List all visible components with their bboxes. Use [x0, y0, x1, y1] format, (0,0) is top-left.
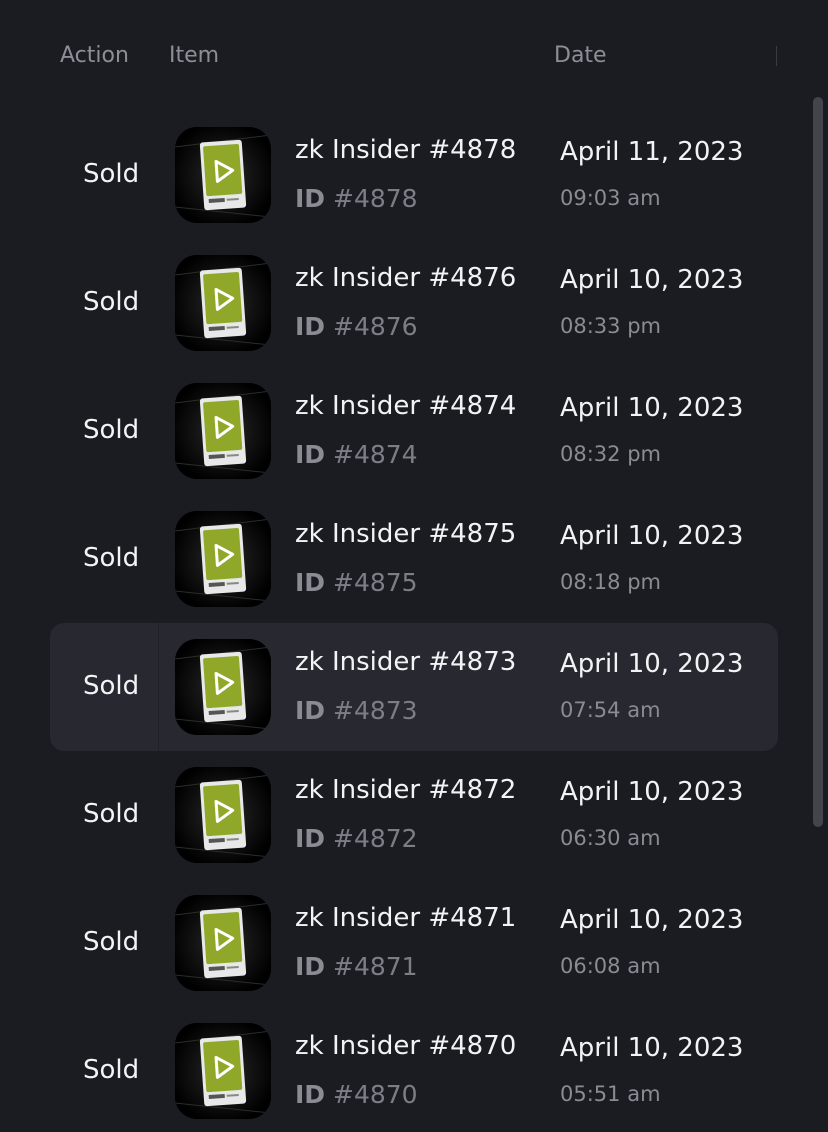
- table-header: Action Item Date: [0, 40, 828, 74]
- id-label: ID: [295, 312, 326, 341]
- id-value: #4871: [333, 952, 418, 981]
- table-row[interactable]: Sold: [50, 879, 778, 1007]
- sale-date: April 10, 2023: [560, 265, 744, 295]
- id-value: #4872: [333, 824, 418, 853]
- item-id: ID #4878: [295, 184, 418, 213]
- sale-date: April 10, 2023: [560, 521, 744, 551]
- sale-time: 08:33 pm: [560, 314, 661, 338]
- item-id: ID #4873: [295, 696, 418, 725]
- header-action[interactable]: Action: [60, 43, 129, 68]
- table-row[interactable]: Sold: [50, 1007, 778, 1132]
- item-name[interactable]: zk Insider #4870: [295, 1031, 516, 1061]
- activity-page: Action Item Date Sold zk Insider #4878 I…: [0, 0, 828, 1132]
- action-cell: Sold: [50, 239, 158, 367]
- table-row[interactable]: Sold: [50, 751, 778, 879]
- sale-time: 06:08 am: [560, 954, 661, 978]
- sale-time: 06:30 am: [560, 826, 661, 850]
- header-date[interactable]: Date: [554, 43, 607, 68]
- item-name[interactable]: zk Insider #4875: [295, 519, 516, 549]
- sale-date: April 10, 2023: [560, 777, 744, 807]
- item-id: ID #4871: [295, 952, 418, 981]
- action-label: Sold: [83, 671, 140, 701]
- id-label: ID: [295, 440, 326, 469]
- play-card-icon: [175, 383, 271, 479]
- item-name[interactable]: zk Insider #4878: [295, 135, 516, 165]
- id-value: #4873: [333, 696, 418, 725]
- action-cell: Sold: [50, 1007, 158, 1132]
- table-row[interactable]: Sold: [50, 111, 778, 239]
- action-label: Sold: [83, 159, 140, 189]
- column-resize-handle[interactable]: [776, 46, 777, 66]
- scrollbar[interactable]: [813, 97, 823, 827]
- id-value: #4876: [333, 312, 418, 341]
- id-value: #4874: [333, 440, 418, 469]
- sale-date: April 10, 2023: [560, 393, 744, 423]
- nft-thumbnail[interactable]: [175, 639, 271, 735]
- item-id: ID #4874: [295, 440, 418, 469]
- play-card-icon: [175, 767, 271, 863]
- play-card-icon: [175, 127, 271, 223]
- action-label: Sold: [83, 543, 140, 573]
- action-cell: Sold: [50, 367, 158, 495]
- sale-date: April 11, 2023: [560, 137, 744, 167]
- id-label: ID: [295, 1080, 326, 1109]
- play-card-icon: [175, 511, 271, 607]
- sale-time: 08:32 pm: [560, 442, 661, 466]
- nft-thumbnail[interactable]: [175, 1023, 271, 1119]
- id-label: ID: [295, 952, 326, 981]
- item-id: ID #4872: [295, 824, 418, 853]
- id-value: #4878: [333, 184, 418, 213]
- action-cell: Sold: [50, 623, 159, 751]
- sale-time: 05:51 am: [560, 1082, 661, 1106]
- nft-thumbnail[interactable]: [175, 767, 271, 863]
- id-label: ID: [295, 184, 326, 213]
- action-label: Sold: [83, 927, 140, 957]
- action-label: Sold: [83, 799, 140, 829]
- action-cell: Sold: [50, 111, 158, 239]
- sale-time: 09:03 am: [560, 186, 661, 210]
- play-card-icon: [175, 1023, 271, 1119]
- item-name[interactable]: zk Insider #4876: [295, 263, 516, 293]
- sale-date: April 10, 2023: [560, 905, 744, 935]
- header-item[interactable]: Item: [169, 43, 219, 68]
- action-cell: Sold: [50, 751, 158, 879]
- table-row[interactable]: Sold: [50, 239, 778, 367]
- nft-thumbnail[interactable]: [175, 511, 271, 607]
- table-row[interactable]: Sold: [50, 623, 778, 751]
- item-id: ID #4875: [295, 568, 418, 597]
- id-value: #4870: [333, 1080, 418, 1109]
- item-id: ID #4876: [295, 312, 418, 341]
- item-name[interactable]: zk Insider #4874: [295, 391, 516, 421]
- nft-thumbnail[interactable]: [175, 383, 271, 479]
- nft-thumbnail[interactable]: [175, 895, 271, 991]
- action-label: Sold: [83, 415, 140, 445]
- id-label: ID: [295, 824, 326, 853]
- play-card-icon: [175, 639, 271, 735]
- play-card-icon: [175, 895, 271, 991]
- action-cell: Sold: [50, 495, 158, 623]
- action-label: Sold: [83, 1055, 140, 1085]
- table-row[interactable]: Sold: [50, 367, 778, 495]
- item-name[interactable]: zk Insider #4871: [295, 903, 516, 933]
- sale-time: 08:18 pm: [560, 570, 661, 594]
- item-name[interactable]: zk Insider #4873: [295, 647, 516, 677]
- action-cell: Sold: [50, 879, 158, 1007]
- sale-time: 07:54 am: [560, 698, 661, 722]
- activity-table-body: Sold zk Insider #4878 ID #4878 April 11,…: [50, 111, 778, 1132]
- id-label: ID: [295, 696, 326, 725]
- nft-thumbnail[interactable]: [175, 127, 271, 223]
- action-label: Sold: [83, 287, 140, 317]
- item-id: ID #4870: [295, 1080, 418, 1109]
- table-row[interactable]: Sold: [50, 495, 778, 623]
- nft-thumbnail[interactable]: [175, 255, 271, 351]
- play-card-icon: [175, 255, 271, 351]
- item-name[interactable]: zk Insider #4872: [295, 775, 516, 805]
- sale-date: April 10, 2023: [560, 649, 744, 679]
- id-label: ID: [295, 568, 326, 597]
- id-value: #4875: [333, 568, 418, 597]
- sale-date: April 10, 2023: [560, 1033, 744, 1063]
